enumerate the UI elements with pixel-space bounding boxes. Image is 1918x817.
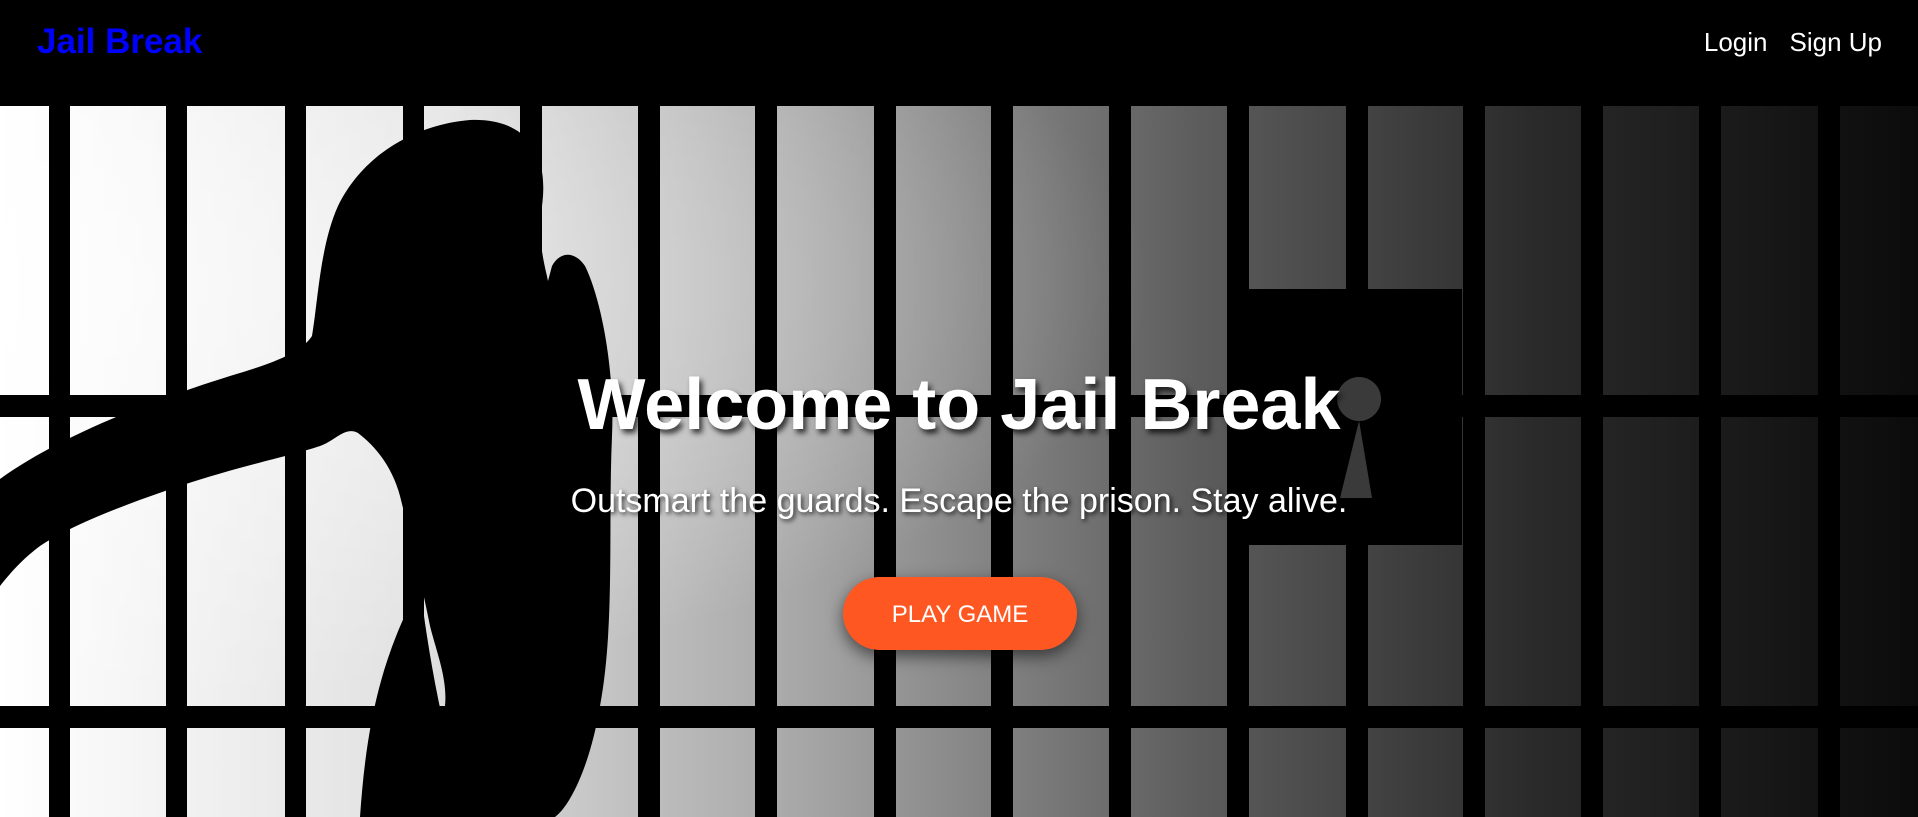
nav-links: Login Sign Up	[1704, 26, 1882, 58]
page: Jail Break Login Sign Up Welcome to Jail…	[0, 0, 1918, 817]
sign-up-link[interactable]: Sign Up	[1790, 26, 1883, 58]
navbar: Jail Break Login Sign Up	[0, 0, 1918, 106]
brand-logo-link[interactable]: Jail Break	[37, 20, 202, 64]
login-link[interactable]: Login	[1704, 26, 1768, 58]
hero-subtitle: Outsmart the guards. Escape the prison. …	[570, 482, 1348, 520]
hero-content: Welcome to Jail Break Outsmart the guard…	[0, 106, 1918, 817]
play-game-button[interactable]: PLAY GAME	[843, 577, 1077, 650]
hero-section: Welcome to Jail Break Outsmart the guard…	[0, 106, 1918, 817]
hero-title: Welcome to Jail Break	[577, 365, 1341, 445]
